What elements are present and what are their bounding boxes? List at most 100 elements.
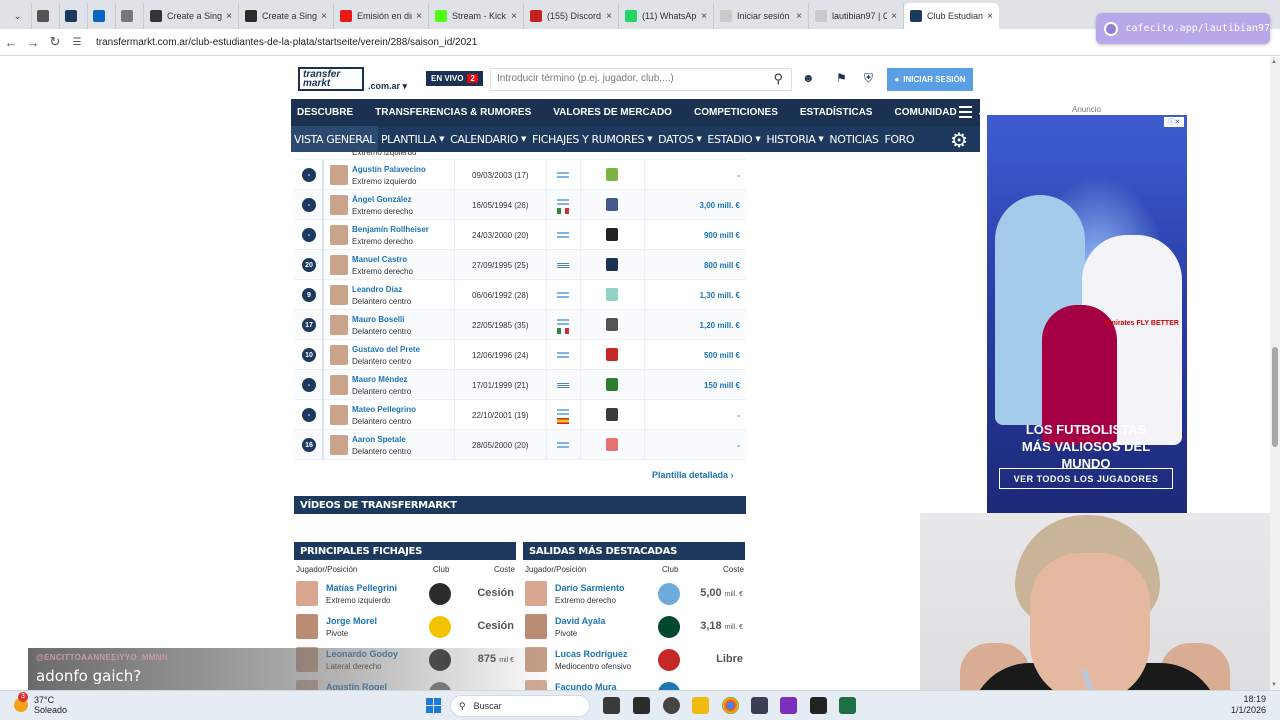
browser-tab[interactable] xyxy=(116,3,144,29)
ad-close-icon[interactable]: ⓘ✕ xyxy=(1164,117,1184,127)
market-value[interactable]: 1,30 mill. € xyxy=(700,291,740,300)
bookmark-icon[interactable]: ⚑ xyxy=(836,71,847,85)
user-search-icon[interactable]: ☻ xyxy=(802,71,815,85)
close-icon[interactable]: × xyxy=(226,11,232,22)
market-value[interactable]: - xyxy=(737,441,740,450)
player-name-link[interactable]: Jorge Morel xyxy=(326,616,377,626)
browser-tab[interactable]: lautibian97 | Cafe × xyxy=(809,3,904,29)
transfermarkt-logo[interactable]: transfer markt xyxy=(298,67,364,91)
sub-nav-tab[interactable]: FICHAJES Y RUMORES ▼ xyxy=(529,126,655,152)
browser-tab[interactable]: Create a Single-U× xyxy=(144,3,239,29)
current-club-icon[interactable] xyxy=(606,258,618,271)
club-crest-icon[interactable] xyxy=(658,616,680,638)
market-value[interactable]: 3,00 mill. € xyxy=(700,201,740,210)
login-button[interactable]: ● INICIAR SESIÓN xyxy=(887,68,973,91)
chrome-icon[interactable] xyxy=(722,697,739,714)
close-icon[interactable]: × xyxy=(511,11,517,22)
main-nav-item[interactable]: COMUNIDAD xyxy=(894,107,956,118)
current-club-icon[interactable] xyxy=(606,168,618,181)
browser-tab[interactable]: Club Estudiant × xyxy=(904,3,999,29)
current-club-icon[interactable] xyxy=(606,288,618,301)
main-nav-item[interactable]: VALORES DE MERCADO xyxy=(553,107,672,118)
market-value[interactable]: 800 mill € xyxy=(704,261,740,270)
club-crest-icon[interactable] xyxy=(658,682,680,690)
main-nav-item[interactable]: TRANSFERENCIAS & RUMORES xyxy=(375,107,531,118)
browser-tab[interactable] xyxy=(32,3,60,29)
player-name-link[interactable]: Benjamín Rollheiser xyxy=(352,225,429,234)
main-nav-item[interactable]: COMPETICIONES xyxy=(694,107,778,118)
current-club-icon[interactable] xyxy=(606,438,618,451)
system-clock[interactable]: 18:19 1/1/2026 xyxy=(1231,694,1266,716)
logo-domain[interactable]: .com.ar ▾ xyxy=(368,81,407,92)
taskbar-search[interactable]: ⚲ Buscar xyxy=(450,695,590,717)
ad-banner[interactable]: ⓘ✕ Emirates FLY BETTER LOS FUTBOLISTAS M… xyxy=(987,115,1187,515)
close-icon[interactable]: × xyxy=(796,11,802,22)
scrollbar-thumb[interactable] xyxy=(1272,347,1278,447)
market-value[interactable]: 1,20 mill. € xyxy=(700,321,740,330)
browser-tab[interactable] xyxy=(88,3,116,29)
market-value[interactable]: - xyxy=(737,171,740,180)
detailed-squad-link[interactable]: Plantilla detallada › xyxy=(652,470,734,480)
page-scrollbar[interactable]: ▲ ▼ xyxy=(1270,57,1280,690)
current-club-icon[interactable] xyxy=(606,378,618,391)
player-name-link[interactable]: Facundo Mura xyxy=(555,682,617,690)
current-club-icon[interactable] xyxy=(606,348,618,361)
club-crest-icon[interactable] xyxy=(658,649,680,671)
close-icon[interactable]: × xyxy=(987,11,993,22)
forward-icon[interactable]: → xyxy=(22,35,44,50)
player-name-link[interactable]: Leandro Díaz xyxy=(352,285,402,294)
market-value[interactable]: - xyxy=(737,411,740,420)
site-info-icon[interactable]: ☰ xyxy=(66,37,88,48)
player-name-link[interactable]: Lucas Rodríguez xyxy=(555,649,628,659)
club-crest-icon[interactable] xyxy=(429,616,451,638)
sub-nav-tab[interactable]: FORO xyxy=(881,126,917,152)
app-icon[interactable] xyxy=(810,697,827,714)
reload-icon[interactable]: ↻ xyxy=(44,34,66,50)
close-icon[interactable]: × xyxy=(891,11,897,22)
player-name-link[interactable]: Darío Sarmiento xyxy=(555,583,625,593)
scroll-up-icon[interactable]: ▲ xyxy=(1271,59,1277,65)
current-club-icon[interactable] xyxy=(606,228,618,241)
url-field[interactable]: transfermarkt.com.ar/club-estudiantes-de… xyxy=(96,37,477,48)
sub-nav-tab[interactable]: HISTORIA ▼ xyxy=(763,126,826,152)
browser-tab[interactable]: (11) WhatsApp × xyxy=(619,3,714,29)
browser-tab[interactable] xyxy=(60,3,88,29)
app-icon[interactable] xyxy=(633,697,650,714)
market-value[interactable]: 900 mill € xyxy=(704,231,740,240)
sub-nav-tab[interactable]: NOTICIAS xyxy=(826,126,881,152)
club-crest-icon[interactable] xyxy=(658,583,680,605)
menu-icon[interactable] xyxy=(959,106,972,118)
windows-start-icon[interactable] xyxy=(426,698,441,713)
current-club-icon[interactable] xyxy=(606,318,618,331)
tab-list-icon[interactable]: ⌄ xyxy=(4,3,32,29)
player-name-link[interactable]: David Ayala xyxy=(555,616,605,626)
app-icon[interactable] xyxy=(663,697,680,714)
close-icon[interactable]: × xyxy=(321,11,327,22)
player-name-link[interactable]: Mauro Boselli xyxy=(352,315,404,324)
player-name-link[interactable]: Mateo Pellegrino xyxy=(352,405,416,414)
market-value[interactable]: 500 mill € xyxy=(704,351,740,360)
excel-icon[interactable] xyxy=(839,697,856,714)
file-explorer-icon[interactable] xyxy=(692,697,709,714)
main-nav-item[interactable]: DESCUBRE xyxy=(297,107,353,118)
browser-tab[interactable]: Create a Single-U× xyxy=(239,3,334,29)
close-icon[interactable]: × xyxy=(606,11,612,22)
search-icon[interactable]: ⚲ xyxy=(773,71,783,87)
live-button[interactable]: EN VIVO 2 xyxy=(426,71,483,86)
player-name-link[interactable]: Agustín Palavecino xyxy=(352,165,426,174)
sub-nav-tab[interactable]: ESTADIO ▼ xyxy=(704,126,763,152)
scroll-down-icon[interactable]: ▼ xyxy=(1271,682,1277,688)
back-icon[interactable]: ← xyxy=(0,35,22,50)
browser-tab[interactable]: Emisión en direct × xyxy=(334,3,429,29)
gear-icon[interactable]: ⚙ xyxy=(950,128,968,153)
ad-cta-button[interactable]: VER TODOS LOS JUGADORES xyxy=(999,468,1173,489)
browser-tab[interactable]: Stream - Kick Das × xyxy=(429,3,524,29)
app-icon[interactable] xyxy=(780,697,797,714)
main-nav-item[interactable]: ESTADÍSTICAS xyxy=(800,107,873,118)
close-icon[interactable]: × xyxy=(416,11,422,22)
sub-nav-tab[interactable]: DATOS ▼ xyxy=(655,126,704,152)
player-name-link[interactable]: Ángel González xyxy=(352,195,412,204)
player-name-link[interactable]: Matías Pellegrini xyxy=(326,583,397,593)
current-club-icon[interactable] xyxy=(606,408,618,421)
browser-tab[interactable]: Iniciar sesión | Ca × xyxy=(714,3,809,29)
